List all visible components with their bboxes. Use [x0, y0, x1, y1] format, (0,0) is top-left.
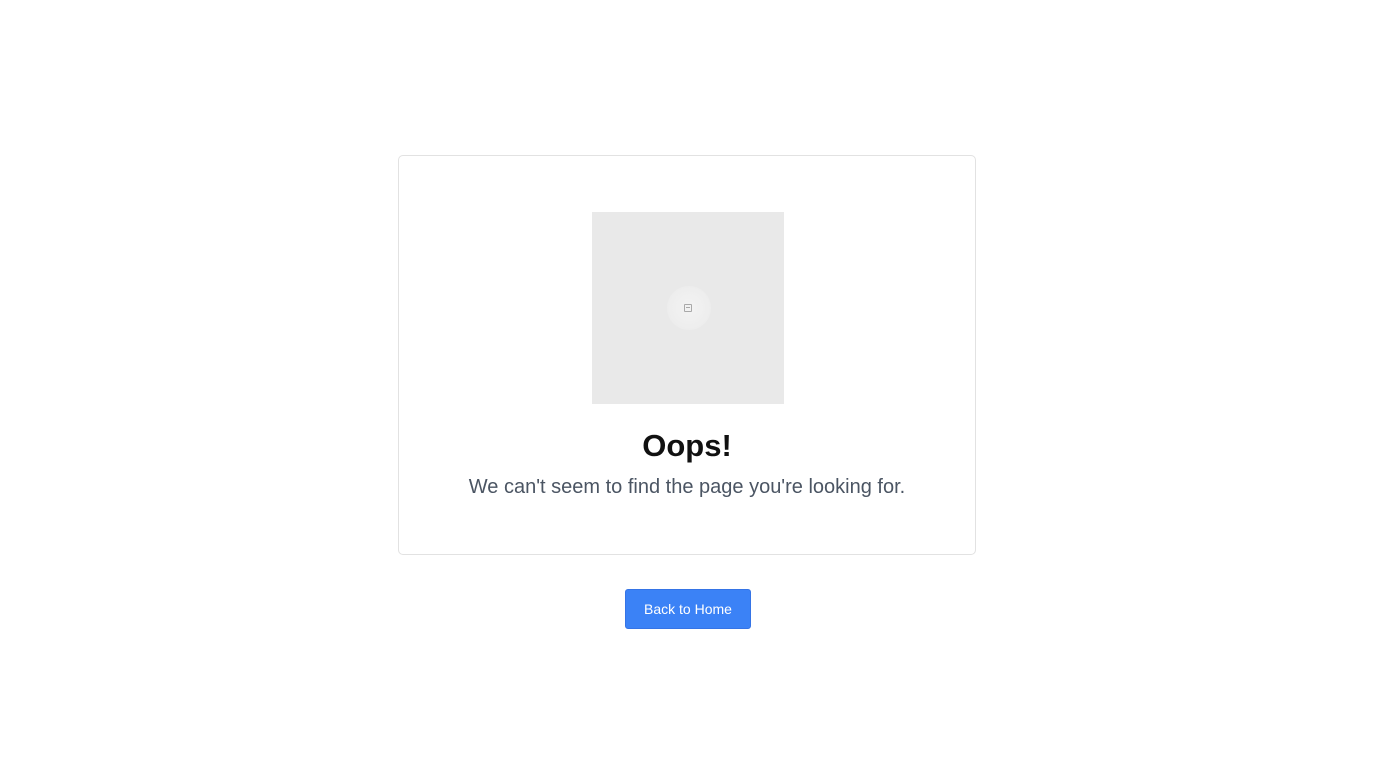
error-illustration: [592, 212, 784, 404]
back-to-home-button[interactable]: Back to Home: [625, 589, 751, 629]
broken-image-icon: [684, 304, 692, 312]
not-found-page: Oops! We can't seem to find the page you…: [0, 0, 1376, 768]
error-title: Oops!: [642, 428, 732, 463]
error-message: We can't seem to find the page you're lo…: [468, 476, 906, 498]
error-card: Oops! We can't seem to find the page you…: [398, 155, 976, 555]
